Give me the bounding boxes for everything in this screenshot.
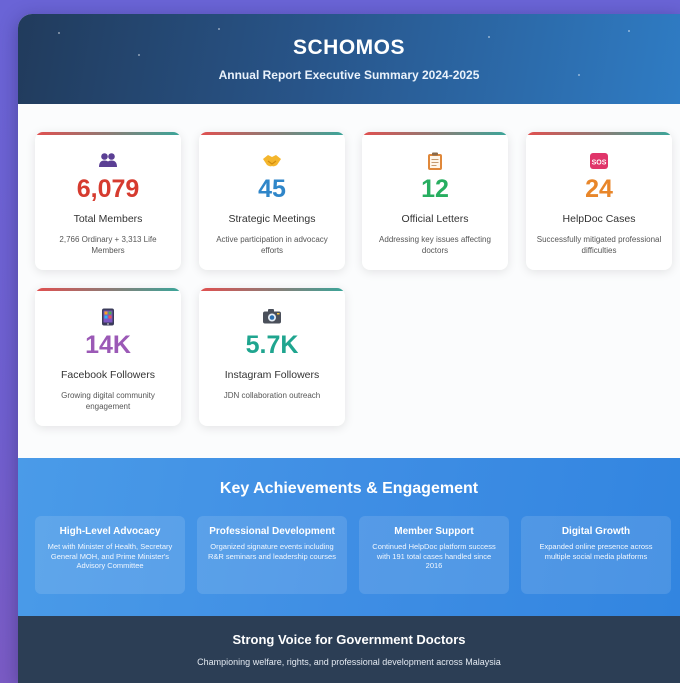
- stat-card-total-members: 6,079 Total Members 2,766 Ordinary + 3,3…: [35, 132, 181, 270]
- achievement-description: Continued HelpDoc platform success with …: [372, 542, 496, 570]
- stat-description: JDN collaboration outreach: [223, 391, 321, 400]
- achievement-title: Digital Growth: [561, 526, 631, 537]
- achievement-title: Member Support: [394, 526, 474, 537]
- stat-label: Instagram Followers: [224, 369, 320, 381]
- footer-title: Strong Voice for Government Doctors: [232, 632, 466, 647]
- achievement-description: Met with Minister of Health, Secretary G…: [47, 542, 173, 570]
- stat-value: 12: [421, 175, 449, 203]
- sos-icon: SOS: [590, 153, 608, 169]
- achievement-title: High-Level Advocacy: [59, 526, 161, 537]
- stat-description: Active participation in advocacy efforts: [216, 235, 328, 255]
- decor-star: [628, 30, 630, 32]
- page-subtitle: Annual Report Executive Summary 2024-202…: [218, 68, 480, 82]
- stat-value: 14K: [85, 331, 131, 359]
- report-header: SCHOMOS Annual Report Executive Summary …: [18, 14, 680, 104]
- footer-subtitle: Championing welfare, rights, and profess…: [197, 657, 501, 667]
- svg-text:SOS: SOS: [592, 160, 607, 167]
- stat-value: 45: [258, 175, 286, 203]
- stat-description: 2,766 Ordinary + 3,313 Life Members: [59, 235, 157, 255]
- stat-card-official-letters: 12 Official Letters Addressing key issue…: [362, 132, 508, 270]
- stat-card-facebook-followers: 14K Facebook Followers Growing digital c…: [35, 288, 181, 426]
- achievement-card-professional-development: Professional Development Organized signa…: [197, 516, 347, 594]
- stat-description: Addressing key issues affecting doctors: [379, 235, 491, 255]
- stat-label: HelpDoc Cases: [562, 213, 636, 225]
- stat-label: Strategic Meetings: [228, 213, 316, 225]
- stat-description: Successfully mitigated professional diff…: [536, 235, 662, 255]
- stat-label: Total Members: [73, 213, 143, 225]
- achievement-card-digital-growth: Digital Growth Expanded online presence …: [521, 516, 671, 594]
- achievement-card-member-support: Member Support Continued HelpDoc platfor…: [359, 516, 509, 594]
- stat-value: 24: [585, 175, 613, 203]
- achievements-section: Key Achievements & Engagement High-Level…: [18, 458, 680, 616]
- handshake-icon: [263, 155, 281, 167]
- stat-label: Facebook Followers: [61, 369, 155, 381]
- mobile-phone-icon: [102, 308, 114, 326]
- stat-card-strategic-meetings: 45 Strategic Meetings Active participati…: [199, 132, 345, 270]
- achievement-description: Expanded online presence across multiple…: [539, 542, 653, 561]
- decor-star: [58, 32, 60, 34]
- stat-card-instagram-followers: 5.7K Instagram Followers JDN collaborati…: [199, 288, 345, 426]
- achievement-title: Professional Development: [209, 526, 335, 537]
- decor-star: [218, 28, 220, 30]
- stat-card-helpdoc-cases: SOS 24 HelpDoc Cases Successfully mitiga…: [526, 132, 672, 270]
- stat-value: 6,079: [76, 175, 140, 203]
- camera-icon: [263, 309, 281, 324]
- report-footer: Strong Voice for Government Doctors Cham…: [18, 616, 680, 683]
- members-icon: [99, 153, 117, 167]
- stat-value: 5.7K: [245, 331, 299, 359]
- clipboard-icon: [428, 152, 442, 170]
- stat-label: Official Letters: [401, 213, 469, 225]
- report-page: SCHOMOS Annual Report Executive Summary …: [18, 14, 680, 683]
- achievement-description: Organized signature events including R&R…: [208, 542, 336, 561]
- achievement-card-advocacy: High-Level Advocacy Met with Minister of…: [35, 516, 185, 594]
- page-title: SCHOMOS: [292, 36, 405, 59]
- achievements-title: Key Achievements & Engagement: [219, 480, 479, 497]
- stat-description: Growing digital community engagement: [61, 391, 155, 411]
